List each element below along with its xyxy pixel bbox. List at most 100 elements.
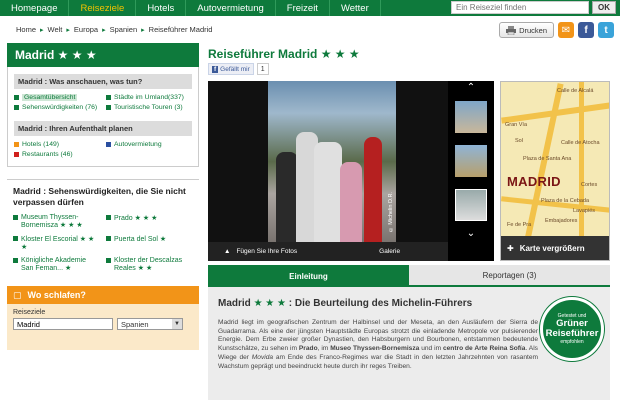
city-map[interactable]: Calle de Alcalá Gran Vía Calle de Atocha… — [500, 81, 610, 261]
top-navigation: Homepage Reiseziele Hotels Autovermietun… — [0, 0, 620, 16]
square-bullet-icon — [106, 215, 111, 221]
must-see-item[interactable]: Puerta del Sol ★ — [106, 235, 193, 251]
gallery-link[interactable]: Galerie — [379, 248, 400, 255]
thumbnail[interactable] — [455, 145, 487, 177]
country-select-value: Spanien — [121, 319, 149, 329]
photo-credit: © Michelin D.R. — [388, 191, 394, 232]
must-see-item[interactable]: Museum Thyssen-Bornemisza ★ ★ ★ — [13, 214, 100, 229]
square-bullet-icon — [106, 258, 111, 264]
must-see-item[interactable]: Prado ★ ★ ★ — [106, 214, 193, 229]
facebook-share-icon[interactable]: f — [578, 22, 594, 38]
chevron-right-icon: ▸ — [66, 26, 70, 34]
what-to-do-links: Gesamtübersicht Städte im Umland(337) Se… — [14, 94, 192, 111]
chevron-right-icon: ▸ — [40, 26, 44, 34]
photo-gallery: © Michelin D.R. ▲ Fügen Sie Ihre Fotos G… — [208, 81, 494, 261]
section-what-to-do-heading: Madrid : Was anschauen, was tun? — [14, 74, 192, 89]
link-hotels[interactable]: Hotels (149) — [14, 141, 100, 148]
link-touristische-touren[interactable]: Touristische Touren (3) — [106, 104, 192, 111]
breadcrumb-welt[interactable]: Welt — [48, 25, 63, 34]
square-bullet-icon — [13, 258, 18, 264]
where-to-sleep-widget: ▢ Wo schlafen? Reiseziele Spanien ▼ — [7, 286, 199, 351]
nav-freizeit[interactable]: Freizeit — [276, 0, 330, 16]
facebook-icon: f — [212, 65, 219, 73]
map-city-label: MADRID — [507, 174, 561, 189]
link-staedte-umland[interactable]: Städte im Umland(337) — [106, 94, 192, 101]
sidebar-box: Madrid : Was anschauen, was tun? Gesamtü… — [7, 67, 199, 167]
map-label: Embajadores — [545, 218, 578, 224]
destination-input[interactable] — [13, 318, 113, 331]
link-sehenswuerdigkeiten[interactable]: Sehenswürdigkeiten (76) — [14, 104, 100, 111]
must-see-item[interactable]: Kloster der Descalzas Reales ★ ★ — [106, 257, 193, 272]
chevron-up-icon[interactable]: ⌃ — [467, 81, 475, 95]
must-see-item[interactable]: Kloster El Escorial ★ ★ ★ — [13, 235, 100, 251]
upload-photos-link[interactable]: ▲ Fügen Sie Ihre Fotos — [224, 248, 297, 255]
plan-stay-links: Hotels (149) Autovermietung Restaurants … — [14, 141, 192, 158]
printer-icon — [506, 25, 517, 35]
search-ok-button[interactable]: OK — [592, 1, 616, 14]
thumbnail-selected[interactable] — [455, 189, 487, 221]
bed-icon: ▢ — [13, 289, 22, 300]
nav-homepage[interactable]: Homepage — [0, 0, 70, 16]
intro-paragraph: Madrid liegt im geografischen Zentrum de… — [218, 319, 538, 370]
chevron-right-icon: ▸ — [141, 26, 145, 34]
search-input[interactable] — [451, 1, 589, 14]
square-bullet-icon — [13, 215, 18, 221]
expand-icon: ✚ — [507, 243, 514, 253]
tab-einleitung[interactable]: Einleitung — [208, 265, 409, 287]
map-label: Cortes — [581, 182, 598, 188]
thumbnail[interactable] — [455, 101, 487, 133]
gallery-main-photo[interactable]: © Michelin D.R. — [268, 81, 396, 242]
square-bullet-icon — [14, 105, 19, 110]
chevron-down-icon: ▼ — [172, 319, 182, 330]
tab-reportagen[interactable]: Reportagen (3) — [409, 265, 610, 287]
intro-heading: Madrid ★ ★ ★ : Die Beurteilung des Miche… — [218, 298, 473, 309]
facebook-like-button[interactable]: f Gefällt mir — [208, 63, 254, 75]
print-button[interactable]: Drucken — [499, 22, 554, 38]
breadcrumb: Home ▸ Welt ▸ Europa ▸ Spanien ▸ Reisefü… — [16, 25, 212, 34]
green-guide-seal: Getestet und Grüner Reiseführer empfohle… — [540, 297, 604, 361]
like-count: 1 — [256, 63, 269, 75]
square-bullet-icon — [106, 142, 111, 147]
breadcrumb-home[interactable]: Home — [16, 25, 36, 34]
nav-autovermietung[interactable]: Autovermietung — [186, 0, 276, 16]
site-search: OK — [451, 1, 616, 14]
square-bullet-icon — [14, 142, 19, 147]
breadcrumb-europa[interactable]: Europa — [74, 25, 98, 34]
left-sidebar: Madrid ★ ★ ★ Madrid : Was anschauen, was… — [7, 43, 199, 351]
sidebar-title: Madrid ★ ★ ★ — [7, 43, 199, 67]
link-autovermietung[interactable]: Autovermietung — [106, 141, 192, 148]
map-label: Plaza de Santa Ana — [523, 156, 572, 162]
map-label: Calle de Atocha — [561, 140, 600, 146]
square-bullet-icon — [106, 236, 111, 242]
square-bullet-icon — [13, 236, 18, 242]
square-bullet-icon — [106, 105, 111, 110]
chevron-down-icon[interactable]: ⌄ — [467, 227, 475, 241]
section-plan-stay-heading: Madrid : Ihren Aufenthalt planen — [14, 121, 192, 136]
must-see-title: Madrid : Sehenswürdigkeiten, die Sie nic… — [13, 186, 186, 207]
page-tools: Drucken ✉ f t — [499, 22, 614, 38]
email-share-icon[interactable]: ✉ — [558, 22, 574, 38]
square-bullet-icon — [14, 152, 19, 157]
breadcrumb-spanien[interactable]: Spanien — [110, 25, 138, 34]
thumbnail-strip: ⌃ ⌄ — [448, 81, 494, 261]
content-tabs: Einleitung Reportagen (3) — [208, 265, 610, 287]
nav-hotels[interactable]: Hotels — [136, 0, 187, 16]
upload-arrow-icon: ▲ — [224, 248, 231, 255]
twitter-share-icon[interactable]: t — [598, 22, 614, 38]
must-see-item[interactable]: Königliche Akademie San Feman... ★ — [13, 257, 100, 272]
page-title: Reiseführer Madrid ★ ★ ★ — [208, 47, 360, 61]
map-label: Plaza de la Cebada — [541, 198, 590, 204]
enlarge-map-button[interactable]: ✚ Karte vergrößern — [501, 236, 609, 260]
link-gesamtuebersicht[interactable]: Gesamtübersicht — [14, 94, 100, 101]
where-to-sleep-header: ▢ Wo schlafen? — [7, 286, 199, 305]
where-to-sleep-title: Wo schlafen? — [27, 290, 86, 301]
country-select[interactable]: Spanien ▼ — [117, 318, 183, 331]
map-label: Calle de Alcalá — [557, 88, 594, 94]
where-to-sleep-form: Reiseziele Spanien ▼ — [7, 304, 199, 351]
facebook-like: f Gefällt mir 1 — [208, 63, 269, 75]
destination-label: Reiseziele — [13, 309, 46, 317]
link-restaurants[interactable]: Restaurants (46) — [14, 151, 100, 158]
nav-wetter[interactable]: Wetter — [330, 0, 381, 16]
square-bullet-icon — [14, 95, 19, 100]
nav-reiseziele[interactable]: Reiseziele — [69, 0, 137, 16]
